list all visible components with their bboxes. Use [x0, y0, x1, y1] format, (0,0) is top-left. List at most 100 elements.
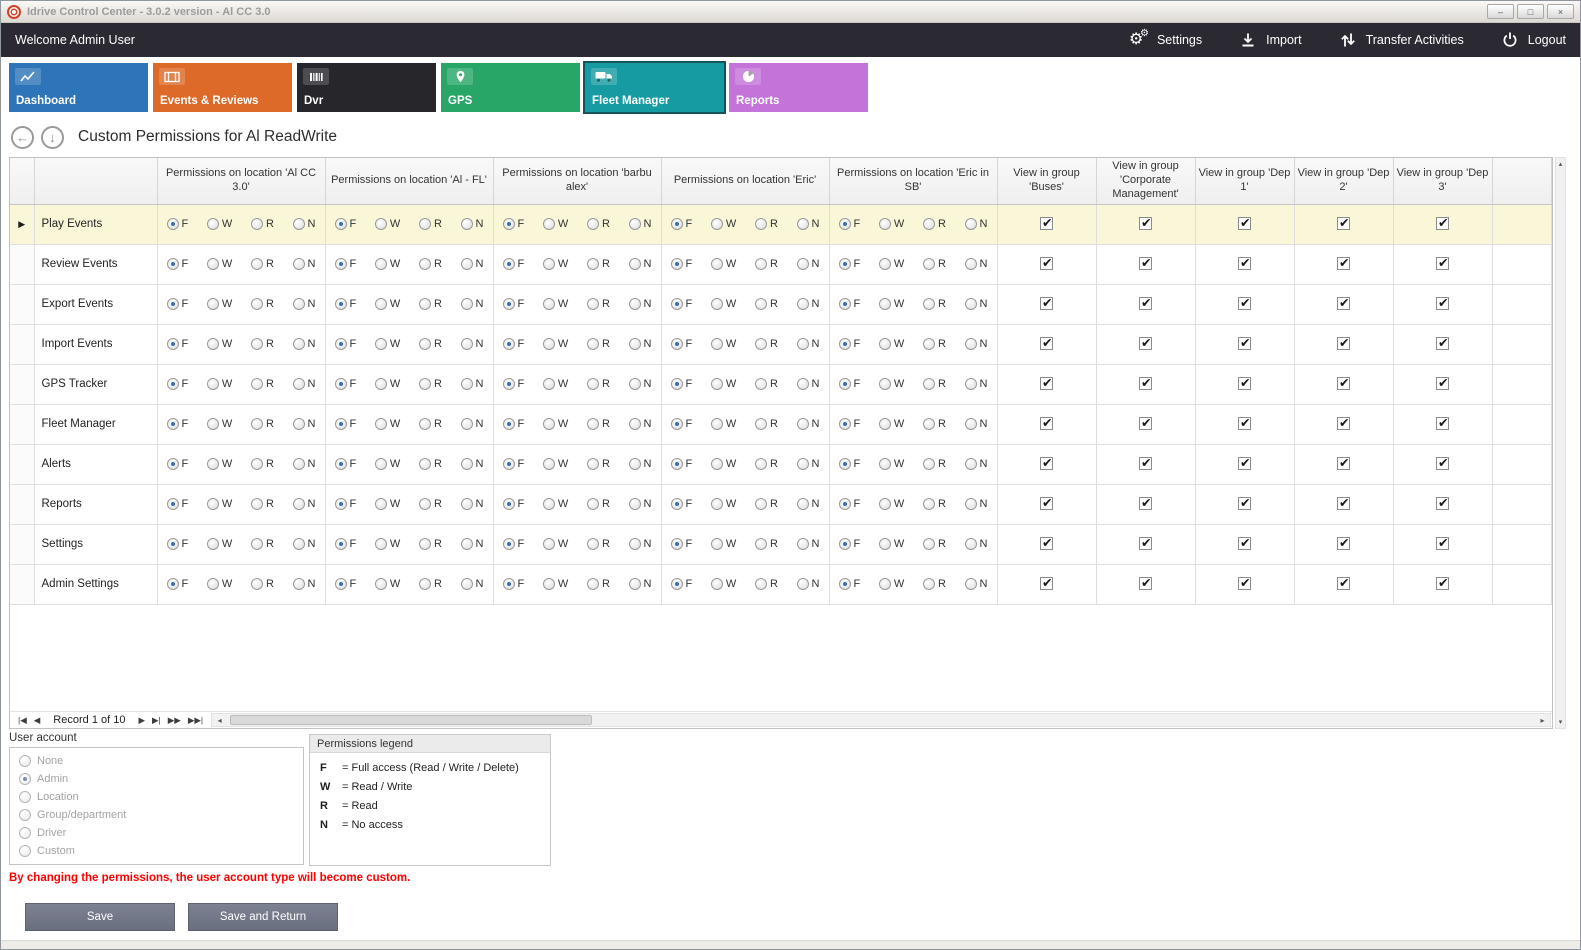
- radio-button[interactable]: [755, 458, 767, 470]
- transfer-activities-button[interactable]: Transfer Activities: [1338, 31, 1464, 49]
- radio-button[interactable]: [671, 218, 683, 230]
- radio-button[interactable]: [923, 418, 935, 430]
- radio-button[interactable]: [207, 338, 219, 350]
- tab-fleet-manager[interactable]: Fleet Manager: [585, 63, 724, 112]
- radio-button[interactable]: [335, 338, 347, 350]
- permission-option-N[interactable]: N: [629, 298, 652, 310]
- permission-option-N[interactable]: N: [293, 378, 316, 390]
- permission-option-W[interactable]: W: [207, 298, 232, 310]
- radio-button[interactable]: [965, 498, 977, 510]
- radio-button[interactable]: [671, 498, 683, 510]
- view-checkbox[interactable]: ✔: [1139, 417, 1152, 430]
- permission-option-F[interactable]: F: [671, 258, 693, 270]
- permission-option-N[interactable]: N: [965, 498, 988, 510]
- permission-option-W[interactable]: W: [207, 498, 232, 510]
- permission-option-F[interactable]: F: [839, 418, 861, 430]
- radio-button[interactable]: [671, 258, 683, 270]
- view-checkbox[interactable]: ✔: [1238, 497, 1251, 510]
- radio-button[interactable]: [293, 578, 305, 590]
- view-checkbox[interactable]: ✔: [1040, 577, 1053, 590]
- radio-button[interactable]: [629, 298, 641, 310]
- grid-row-fleet-manager[interactable]: Fleet ManagerFWRNFWRNFWRNFWRNFWRN✔✔✔✔✔: [10, 404, 1552, 444]
- account-type-admin[interactable]: Admin: [19, 773, 294, 785]
- permission-option-R[interactable]: R: [755, 338, 778, 350]
- radio-button[interactable]: [375, 218, 387, 230]
- radio-button[interactable]: [251, 498, 263, 510]
- radio-button[interactable]: [839, 458, 851, 470]
- radio-button[interactable]: [671, 578, 683, 590]
- radio-button[interactable]: [19, 845, 31, 857]
- permission-option-R[interactable]: R: [419, 498, 442, 510]
- permission-option-W[interactable]: W: [711, 298, 736, 310]
- permission-option-F[interactable]: F: [167, 458, 189, 470]
- radio-button[interactable]: [587, 418, 599, 430]
- radio-button[interactable]: [207, 378, 219, 390]
- row-label[interactable]: Reports: [34, 484, 157, 524]
- permission-option-N[interactable]: N: [629, 218, 652, 230]
- radio-button[interactable]: [461, 418, 473, 430]
- permission-option-N[interactable]: N: [293, 578, 316, 590]
- permission-option-R[interactable]: R: [587, 498, 610, 510]
- radio-button[interactable]: [419, 498, 431, 510]
- radio-button[interactable]: [419, 258, 431, 270]
- permission-option-W[interactable]: W: [375, 498, 400, 510]
- grid-row-play-events[interactable]: ▶Play EventsFWRNFWRNFWRNFWRNFWRN✔✔✔✔✔: [10, 204, 1552, 244]
- radio-button[interactable]: [797, 418, 809, 430]
- radio-button[interactable]: [629, 378, 641, 390]
- permission-option-R[interactable]: R: [923, 578, 946, 590]
- view-checkbox[interactable]: ✔: [1436, 577, 1449, 590]
- view-checkbox[interactable]: ✔: [1040, 217, 1053, 230]
- permission-option-R[interactable]: R: [419, 418, 442, 430]
- radio-button[interactable]: [461, 258, 473, 270]
- column-header-view-in-group-dep-2[interactable]: View in group 'Dep 2': [1294, 158, 1393, 204]
- permission-option-F[interactable]: F: [839, 538, 861, 550]
- permission-option-F[interactable]: F: [671, 498, 693, 510]
- permission-option-R[interactable]: R: [755, 298, 778, 310]
- view-checkbox[interactable]: ✔: [1337, 497, 1350, 510]
- horizontal-scroll-thumb[interactable]: [230, 715, 592, 725]
- radio-button[interactable]: [587, 458, 599, 470]
- grid-row-review-events[interactable]: Review EventsFWRNFWRNFWRNFWRNFWRN✔✔✔✔✔: [10, 244, 1552, 284]
- permission-option-W[interactable]: W: [543, 498, 568, 510]
- permission-option-R[interactable]: R: [923, 418, 946, 430]
- save-and-return-button[interactable]: Save and Return: [188, 903, 338, 931]
- permission-option-N[interactable]: N: [629, 418, 652, 430]
- radio-button[interactable]: [503, 338, 515, 350]
- permission-option-N[interactable]: N: [797, 338, 820, 350]
- last-page-button[interactable]: ▶▶|: [188, 715, 203, 726]
- permission-option-R[interactable]: R: [755, 538, 778, 550]
- permission-option-W[interactable]: W: [375, 418, 400, 430]
- permission-option-W[interactable]: W: [207, 378, 232, 390]
- radio-button[interactable]: [711, 218, 723, 230]
- permission-option-N[interactable]: N: [965, 538, 988, 550]
- permission-option-R[interactable]: R: [755, 458, 778, 470]
- radio-button[interactable]: [543, 298, 555, 310]
- horizontal-scrollbar[interactable]: ◂ ▸: [211, 713, 1551, 727]
- view-checkbox[interactable]: ✔: [1337, 417, 1350, 430]
- radio-button[interactable]: [207, 578, 219, 590]
- radio-button[interactable]: [419, 338, 431, 350]
- view-checkbox[interactable]: ✔: [1238, 417, 1251, 430]
- radio-button[interactable]: [711, 498, 723, 510]
- view-checkbox[interactable]: ✔: [1436, 217, 1449, 230]
- row-label[interactable]: GPS Tracker: [34, 364, 157, 404]
- permission-option-F[interactable]: F: [503, 378, 525, 390]
- column-header-permissions-on-location-barbu-alex[interactable]: Permissions on location 'barbu alex': [493, 158, 661, 204]
- radio-button[interactable]: [461, 298, 473, 310]
- radio-button[interactable]: [167, 258, 179, 270]
- radio-button[interactable]: [879, 218, 891, 230]
- radio-button[interactable]: [419, 578, 431, 590]
- radio-button[interactable]: [251, 418, 263, 430]
- radio-button[interactable]: [755, 218, 767, 230]
- radio-button[interactable]: [375, 418, 387, 430]
- permission-option-W[interactable]: W: [375, 578, 400, 590]
- permission-option-R[interactable]: R: [587, 538, 610, 550]
- radio-button[interactable]: [755, 258, 767, 270]
- permission-option-F[interactable]: F: [335, 338, 357, 350]
- logout-button[interactable]: Logout: [1500, 31, 1566, 49]
- view-checkbox[interactable]: ✔: [1139, 257, 1152, 270]
- permission-option-N[interactable]: N: [965, 258, 988, 270]
- view-checkbox[interactable]: ✔: [1337, 537, 1350, 550]
- maximize-button[interactable]: □: [1517, 4, 1544, 19]
- radio-button[interactable]: [19, 755, 31, 767]
